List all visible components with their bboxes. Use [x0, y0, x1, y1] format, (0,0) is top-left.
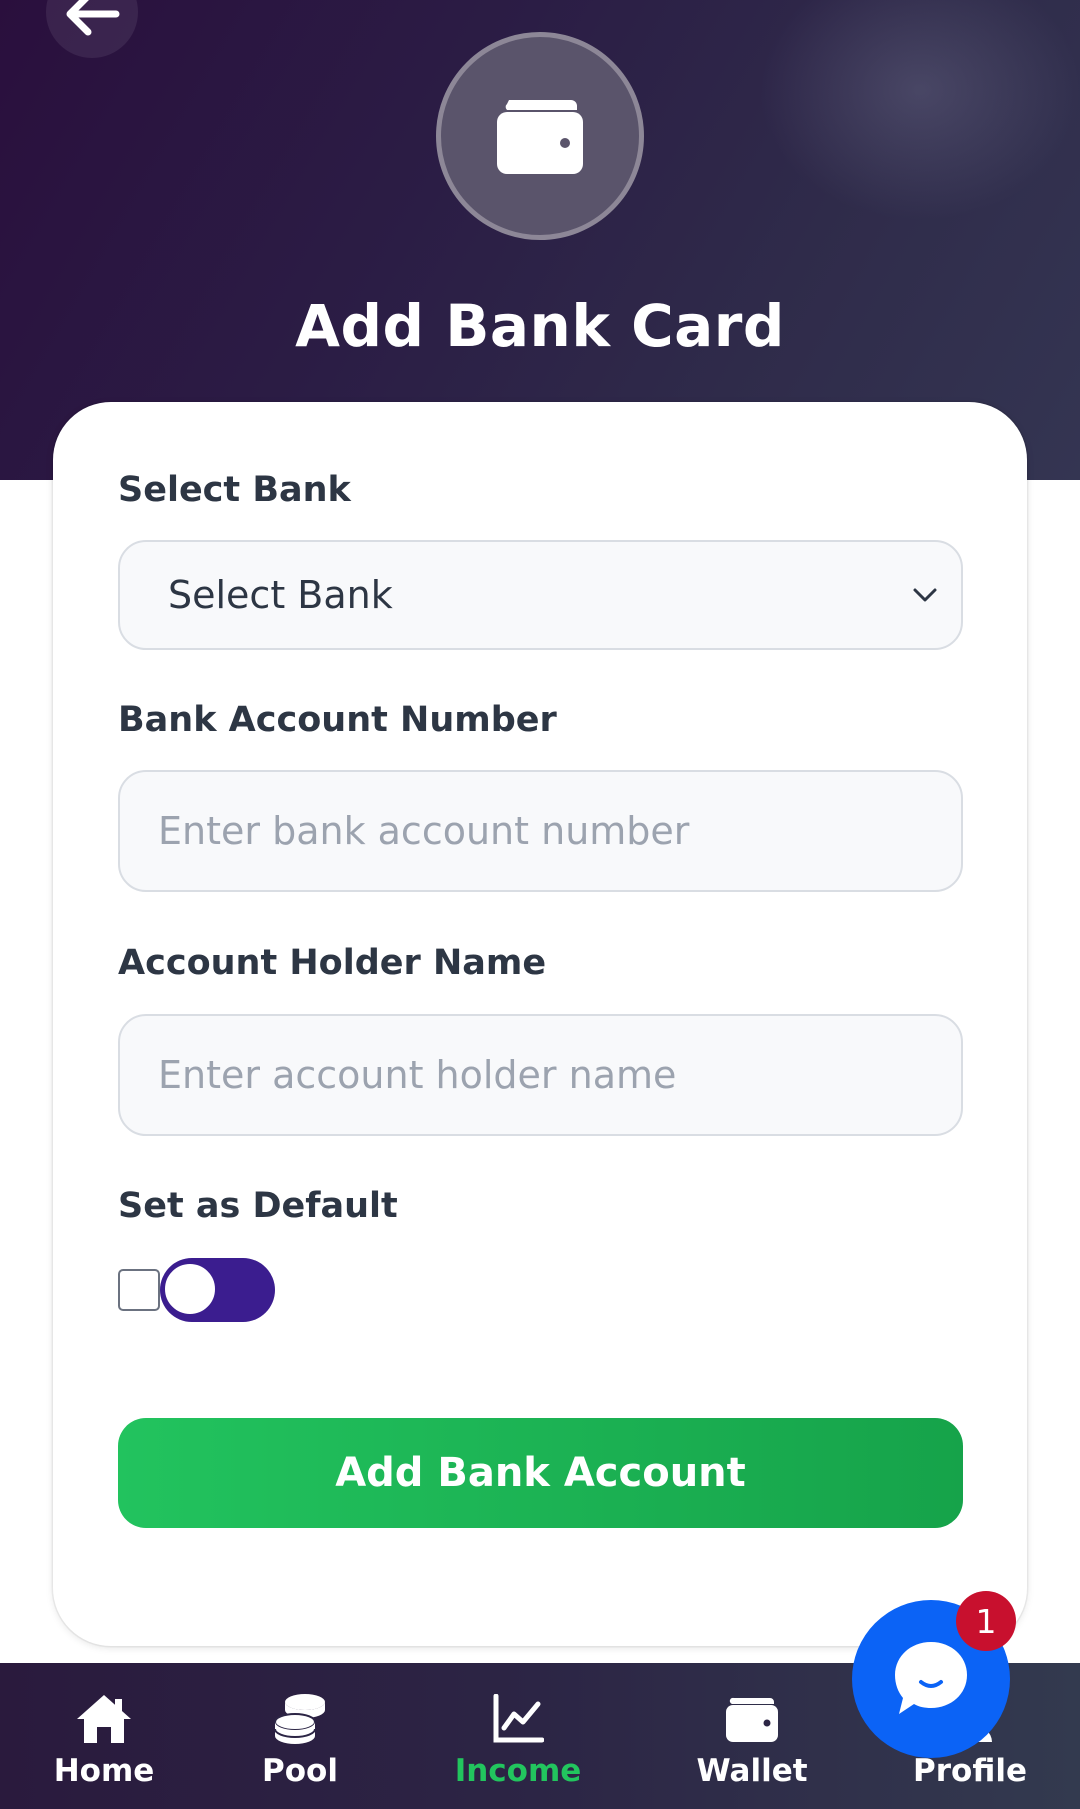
select-bank-value: Select Bank [168, 573, 393, 617]
holder-name-input[interactable]: Enter account holder name [118, 1014, 963, 1136]
set-default-label: Set as Default [118, 1186, 398, 1226]
hero-wallet-badge [436, 32, 644, 240]
nav-item-home[interactable]: Home [24, 1663, 184, 1809]
nav-item-income[interactable]: Income [438, 1663, 598, 1809]
nav-label-profile: Profile [913, 1753, 1027, 1789]
set-default-checkbox[interactable] [118, 1269, 160, 1311]
chevron-down-icon [913, 588, 937, 602]
account-number-placeholder: Enter bank account number [158, 809, 690, 853]
chat-notification-badge: 1 [956, 1591, 1016, 1651]
home-icon [77, 1695, 131, 1743]
arrow-left-icon [66, 0, 120, 36]
nav-label-wallet: Wallet [696, 1753, 808, 1789]
wallet-icon [726, 1697, 778, 1742]
page-title: Add Bank Card [295, 292, 785, 360]
account-number-label: Bank Account Number [118, 700, 557, 740]
chat-bubble-icon [895, 1642, 967, 1714]
select-bank-dropdown[interactable]: Select Bank [118, 540, 963, 650]
add-bank-account-button[interactable]: Add Bank Account [118, 1418, 963, 1528]
set-default-toggle[interactable] [160, 1258, 275, 1322]
holder-name-placeholder: Enter account holder name [158, 1053, 677, 1097]
toggle-knob [162, 1261, 218, 1317]
nav-label-home: Home [53, 1753, 155, 1789]
nav-item-pool[interactable]: Pool [220, 1663, 380, 1809]
wallet-icon [497, 100, 583, 174]
select-bank-label: Select Bank [118, 470, 351, 510]
chart-line-icon [493, 1694, 544, 1743]
header-glow [760, 0, 1080, 220]
holder-name-label: Account Holder Name [118, 943, 547, 983]
nav-label-income: Income [454, 1753, 582, 1789]
nav-label-pool: Pool [262, 1753, 338, 1789]
back-button[interactable] [46, 0, 138, 58]
nav-item-wallet[interactable]: Wallet [672, 1663, 832, 1809]
account-number-input[interactable]: Enter bank account number [118, 770, 963, 892]
coins-icon [274, 1694, 325, 1744]
